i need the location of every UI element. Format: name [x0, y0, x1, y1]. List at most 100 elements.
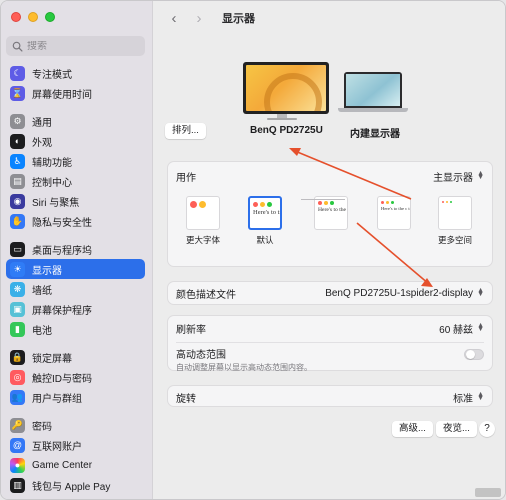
- hdr-label: 高动态范围: [176, 350, 226, 361]
- fingerprint-icon: ◎: [10, 369, 25, 385]
- sidebar-item[interactable]: @ 互联网账户: [6, 435, 145, 455]
- accessibility-icon: ♿: [10, 153, 25, 169]
- sidebar-item[interactable]: ▮ 电池: [6, 319, 145, 339]
- sidebar-item[interactable]: ❋ 墙纸: [6, 279, 145, 299]
- resolution-option[interactable]: Here's to the c troublemakers ones who s…: [377, 196, 411, 234]
- night-shift-button[interactable]: 夜览...: [436, 421, 477, 437]
- search-field[interactable]: [6, 36, 145, 56]
- sidebar-item-label: 通用: [32, 117, 52, 129]
- sidebar-group: ⚙ 通用 ◐ 外观 ♿ 辅助功能 ▤ 控制中心 ◉ Siri 与聚焦 ✋ 隐私与安全性: [6, 111, 145, 231]
- sidebar-item[interactable]: ▥ 钱包与 Apple Pay: [6, 475, 145, 495]
- main-panel: ‹ › 显示器 排列... BenQ PD2725U 内建显示器 用作 主显示器: [153, 1, 505, 499]
- sidebar-item-label: Game Center: [32, 459, 93, 471]
- sidebar-group: ☾ 专注模式 ⌛ 屏幕使用时间: [6, 63, 145, 103]
- sidebar-item-label: 专注模式: [32, 69, 72, 81]
- resolution-preview: [186, 196, 220, 230]
- hourglass-icon: ⌛: [10, 85, 25, 101]
- help-button[interactable]: ?: [479, 421, 495, 437]
- sidebar-item[interactable]: ✋ 隐私与安全性: [6, 211, 145, 231]
- refresh-rate-label: 刷新率: [176, 324, 206, 336]
- sidebar-item[interactable]: ◉ Siri 与聚焦: [6, 191, 145, 211]
- sidebar-item-label: 墙纸: [32, 285, 52, 297]
- arrange-button[interactable]: 排列...: [165, 123, 206, 139]
- rotation-select[interactable]: 标准 ▲ ▼: [453, 390, 484, 405]
- resolution-sample-text: Here's to troublemake: [253, 209, 282, 216]
- sidebar-item[interactable]: 🔒 锁定屏幕: [6, 347, 145, 367]
- sidebar-item[interactable]: ⚙ 通用: [6, 111, 145, 131]
- resolution-preview: [438, 196, 472, 230]
- resolution-option[interactable]: Here's to troublemake 默认: [248, 196, 282, 246]
- color-profile-value: BenQ PD2725U-1spider2-display: [325, 287, 474, 299]
- moon-icon: ☾: [10, 65, 25, 81]
- resolution-card: 用作 主显示器 ▲▼ 更大字体Here's to troublemake默认He…: [167, 161, 493, 267]
- resolution-option[interactable]: 更多空间: [438, 196, 472, 246]
- use-as-select[interactable]: 主显示器 ▲ ▼: [433, 169, 484, 184]
- color-profile-select[interactable]: BenQ PD2725U-1spider2-display ▲ ▼: [325, 287, 484, 299]
- resolution-sample-text: Here's to the troublemakers ones: [318, 207, 347, 213]
- dock-icon: ▭: [10, 241, 25, 257]
- resolution-sample-text: Here's to the c troublemakers ones who s…: [381, 206, 410, 211]
- sidebar-item-label: 钱包与 Apple Pay: [32, 481, 111, 493]
- gear-icon: ⚙: [10, 113, 25, 129]
- advanced-button[interactable]: 高级...: [392, 421, 433, 437]
- sidebar-item[interactable]: 🔑 密码: [6, 415, 145, 435]
- lock-icon: 🔒: [10, 349, 25, 365]
- resolution-option[interactable]: Here's to the troublemakers ones: [314, 196, 348, 234]
- sidebar-item[interactable]: ◐ 外观: [6, 131, 145, 151]
- sidebar-item-label: 用户与群组: [32, 393, 82, 405]
- back-button[interactable]: ‹: [163, 7, 185, 29]
- resolution-track: [301, 199, 345, 200]
- at-icon: @: [10, 437, 25, 453]
- sidebar-item-label: 屏幕使用时间: [32, 89, 92, 101]
- rotation-card: 旋转 标准 ▲ ▼: [167, 385, 493, 407]
- sidebar: ☾ 专注模式 ⌛ 屏幕使用时间 ⚙ 通用 ◐ 外观 ♿ 辅助功能 ▤ 控制中心 ◉ Siri 与聚焦 ✋ 隐私…: [1, 1, 153, 499]
- page-title: 显示器: [222, 13, 255, 25]
- appearance-icon: ◐: [10, 133, 25, 149]
- sidebar-item-label: 控制中心: [32, 177, 72, 189]
- sidebar-item-label: 辅助功能: [32, 157, 72, 169]
- forward-button[interactable]: ›: [188, 7, 210, 29]
- search-input[interactable]: [27, 40, 137, 52]
- hdr-toggle[interactable]: [464, 349, 484, 360]
- sidebar-item[interactable]: ♿ 辅助功能: [6, 151, 145, 171]
- refresh-rate-select[interactable]: 60 赫兹 ▲ ▼: [439, 321, 484, 336]
- sidebar-item-label: 电池: [32, 325, 52, 337]
- sidebar-group: ▭ 桌面与程序坞 ☀ 显示器 ❋ 墙纸 ▣ 屏幕保护程序 ▮ 电池: [6, 239, 145, 339]
- zoom-button[interactable]: [45, 12, 55, 22]
- sidebar-item[interactable]: ◎ 触控ID与密码: [6, 367, 145, 387]
- chevron-updown-icon: ▲ ▼: [477, 321, 484, 333]
- sidebar-item[interactable]: ☀ 显示器: [6, 259, 145, 279]
- external-display-name: BenQ PD2725U: [250, 125, 323, 136]
- sidebar-item[interactable]: 👥 用户与群组: [6, 387, 145, 407]
- use-as-value: 主显示器: [433, 172, 474, 184]
- sidebar-item[interactable]: ⌛ 屏幕使用时间: [6, 83, 145, 103]
- toolbar: ‹ › 显示器: [153, 1, 505, 35]
- sidebar-item[interactable]: ▭ 桌面与程序坞: [6, 239, 145, 259]
- display-arrangement: 排列... BenQ PD2725U 内建显示器: [153, 45, 505, 145]
- hand-icon: ✋: [10, 213, 25, 229]
- users-icon: 👥: [10, 389, 25, 405]
- sidebar-item-label: 密码: [32, 421, 52, 433]
- sidebar-item-label: 触控ID与密码: [32, 373, 92, 385]
- sidebar-item-label: 屏幕保护程序: [32, 305, 92, 317]
- color-profile-card: 颜色描述文件 BenQ PD2725U-1spider2-display ▲ ▼: [167, 281, 493, 305]
- siri-icon: ◉: [10, 193, 25, 209]
- sidebar-item[interactable]: ☾ 专注模式: [6, 63, 145, 83]
- close-button[interactable]: [11, 12, 21, 22]
- sidebar-item[interactable]: ▣ 屏幕保护程序: [6, 299, 145, 319]
- watermark: [475, 488, 501, 497]
- resolution-option-label: 更多空间: [438, 235, 473, 245]
- use-as-label: 用作: [176, 172, 196, 184]
- internal-display-thumbnail[interactable]: [344, 72, 402, 108]
- wallpaper-icon: ❋: [10, 281, 25, 297]
- screensaver-icon: ▣: [10, 301, 25, 317]
- sidebar-item[interactable]: ▤ 控制中心: [6, 171, 145, 191]
- color-profile-label: 颜色描述文件: [176, 289, 236, 301]
- minimize-button[interactable]: [28, 12, 38, 22]
- sidebar-group: 🔑 密码 @ 互联网账户 ● Game Center ▥ 钱包与 Apple Pay: [6, 415, 145, 495]
- resolution-option[interactable]: 更大字体: [186, 196, 220, 246]
- sidebar-group: 🔒 锁定屏幕 ◎ 触控ID与密码 👥 用户与群组: [6, 347, 145, 407]
- sidebar-item[interactable]: ● Game Center: [6, 455, 145, 475]
- resolution-options: 更大字体 Here's to troublemake 默认 Here's to the…: [168, 196, 492, 254]
- external-display-thumbnail[interactable]: [243, 62, 329, 114]
